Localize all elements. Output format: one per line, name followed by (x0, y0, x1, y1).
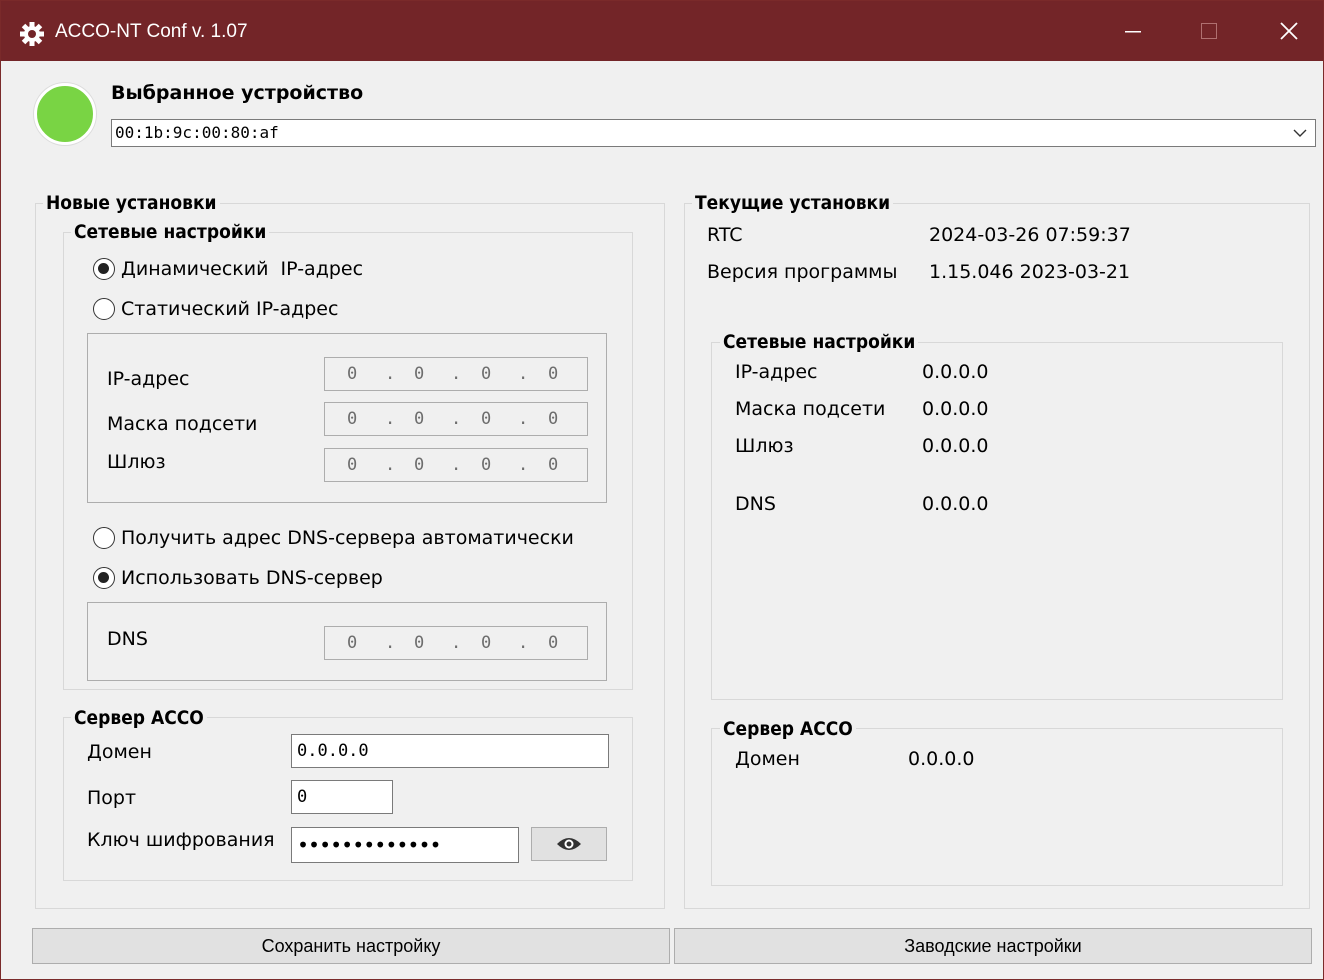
domain-input[interactable]: 0.0.0.0 (291, 734, 609, 768)
port-label: Порт (87, 787, 137, 809)
encryption-key-value: ••••••••••••• (297, 833, 442, 857)
subnet-mask-label: Маска подсети (107, 413, 258, 435)
current-ip-label: IP-адрес (735, 361, 818, 383)
factory-settings-button[interactable]: Заводские настройки (674, 928, 1312, 964)
current-dns-value: 0.0.0.0 (922, 493, 989, 515)
current-network-title: Сетевые настройки (720, 331, 919, 353)
current-gateway-value: 0.0.0.0 (922, 435, 989, 457)
dns-manual-radio[interactable]: Использовать DNS-сервер (93, 567, 383, 589)
maximize-icon (1201, 23, 1217, 39)
show-key-button[interactable] (531, 827, 607, 861)
current-domain-label: Домен (735, 748, 800, 770)
current-mask-value: 0.0.0.0 (922, 398, 989, 420)
gateway-label: Шлюз (107, 451, 166, 473)
subnet-mask-input[interactable]: 0 . 0 . 0 . 0 (324, 402, 588, 436)
gear-icon (19, 21, 45, 47)
new-network-title: Сетевые настройки (71, 221, 270, 243)
firmware-version-label: Версия программы (707, 261, 898, 283)
new-server-title: Сервер ACCO (71, 707, 207, 729)
firmware-version-value: 1.15.046 2023-03-21 (929, 261, 1131, 283)
static-ip-radio[interactable]: Статический IP-адрес (93, 298, 338, 320)
encryption-key-input[interactable]: ••••••••••••• (291, 827, 519, 863)
device-select-value: 00:1b:9c:00:80:af (115, 123, 279, 142)
current-domain-value: 0.0.0.0 (908, 748, 975, 770)
eye-icon (557, 838, 581, 850)
minimize-icon (1125, 31, 1141, 33)
current-dns-label: DNS (735, 493, 776, 515)
selected-device-label: Выбранное устройство (111, 82, 364, 104)
port-input-value: 0 (297, 787, 308, 807)
app-window: ACCO-NT Conf v. 1.07 Выбранное устройств… (0, 0, 1324, 980)
dns-input[interactable]: 0 . 0 . 0 . 0 (324, 626, 588, 660)
dynamic-ip-label: Динамический IP-адрес (121, 258, 364, 280)
static-ip-label: Статический IP-адрес (121, 298, 339, 320)
save-settings-button[interactable]: Сохранить настройку (32, 928, 670, 964)
radio-indicator (93, 258, 115, 280)
dns-auto-label: Получить адрес DNS-сервера автоматически (121, 527, 574, 549)
radio-indicator (93, 298, 115, 320)
dns-label: DNS (107, 628, 148, 650)
device-select[interactable]: 00:1b:9c:00:80:af (111, 119, 1316, 147)
close-button[interactable] (1253, 1, 1323, 61)
current-ip-value: 0.0.0.0 (922, 361, 989, 383)
new-settings-title: Новые установки (43, 192, 220, 214)
gateway-input[interactable]: 0 . 0 . 0 . 0 (324, 448, 588, 482)
domain-input-value: 0.0.0.0 (297, 741, 369, 761)
radio-indicator (93, 527, 115, 549)
close-icon (1280, 22, 1298, 40)
ip-address-input[interactable]: 0 . 0 . 0 . 0 (324, 357, 588, 391)
window-title: ACCO-NT Conf v. 1.07 (55, 21, 248, 42)
encryption-key-label: Ключ шифрования (87, 829, 275, 851)
current-gateway-label: Шлюз (735, 435, 794, 457)
maximize-button[interactable] (1173, 1, 1245, 61)
port-input[interactable]: 0 (291, 780, 393, 814)
rtc-value: 2024-03-26 07:59:37 (929, 224, 1131, 246)
ip-address-label: IP-адрес (107, 368, 190, 390)
dns-auto-radio[interactable]: Получить адрес DNS-сервера автоматически (93, 527, 574, 549)
device-status-indicator (34, 83, 96, 145)
current-mask-label: Маска подсети (735, 398, 886, 420)
title-bar[interactable]: ACCO-NT Conf v. 1.07 (1, 1, 1323, 61)
domain-label: Домен (87, 741, 152, 763)
dynamic-ip-radio[interactable]: Динамический IP-адрес (93, 258, 363, 280)
minimize-button[interactable] (1097, 1, 1169, 61)
current-settings-title: Текущие установки (692, 192, 894, 214)
chevron-down-icon[interactable] (1285, 120, 1315, 146)
radio-indicator (93, 567, 115, 589)
dns-manual-label: Использовать DNS-сервер (121, 567, 383, 589)
current-server-title: Сервер ACCO (720, 718, 856, 740)
current-network-group (711, 342, 1283, 700)
rtc-label: RTC (707, 224, 743, 246)
